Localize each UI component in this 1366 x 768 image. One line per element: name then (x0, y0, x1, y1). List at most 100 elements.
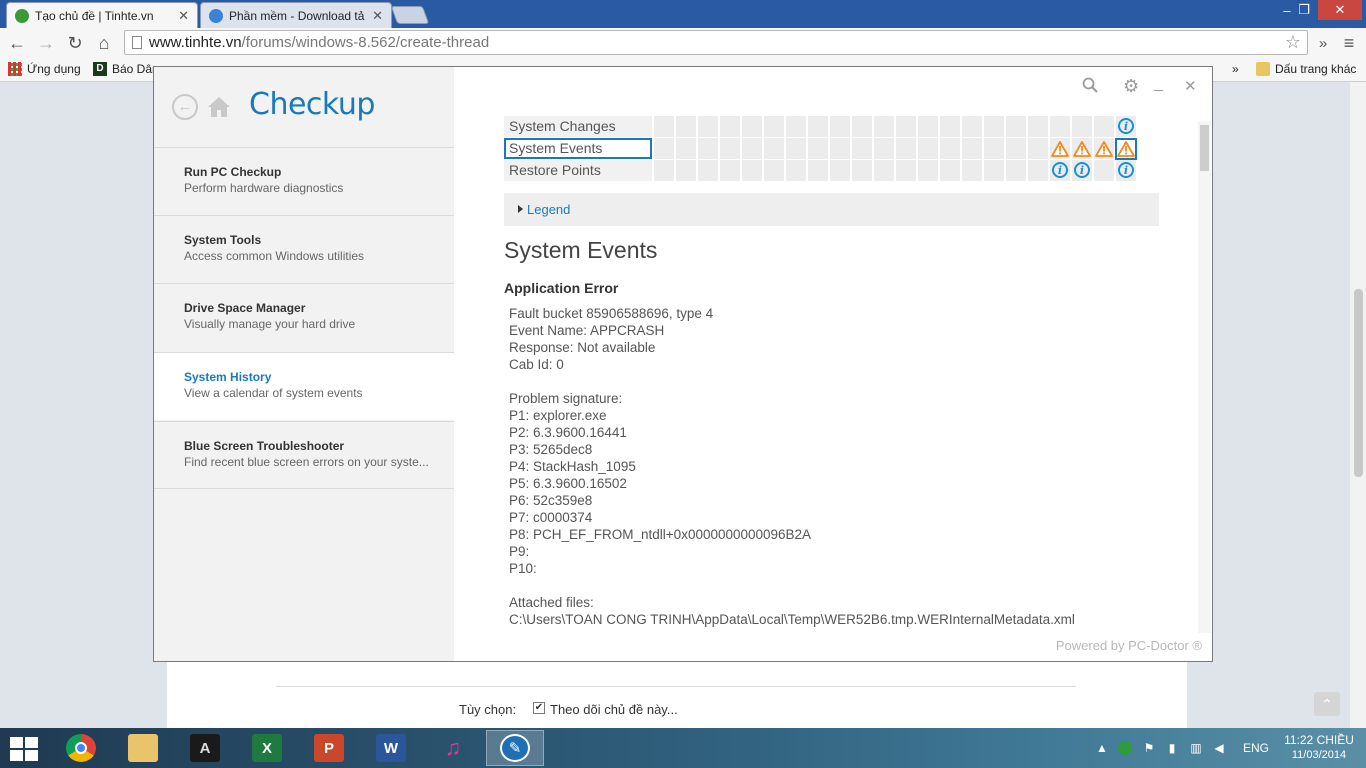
calendar-day-cell[interactable] (720, 160, 740, 181)
address-bar[interactable]: www.tinhte.vn/forums/windows-8.562/creat… (124, 30, 1308, 55)
calendar-day-cell[interactable] (742, 116, 762, 137)
calendar-day-cell[interactable] (698, 116, 718, 137)
calendar-day-cell[interactable] (654, 116, 674, 137)
calendar-day-cell[interactable] (720, 116, 740, 137)
bookmark-apps[interactable]: Ứng dụng (8, 62, 81, 76)
page-scroll-thumb[interactable] (1354, 289, 1363, 477)
close-window-icon[interactable]: ✕ (1318, 0, 1362, 20)
calendar-day-cell[interactable] (874, 160, 894, 181)
bookmarks-overflow-icon[interactable]: » (1232, 62, 1239, 76)
show-hidden-icons-icon[interactable]: ▲ (1095, 741, 1109, 755)
calendar-day-cell[interactable] (808, 160, 828, 181)
browser-tab-download[interactable]: Phần mềm - Download tả ✕ (200, 2, 392, 28)
legend-toggle[interactable]: Legend (504, 193, 1159, 226)
new-tab-button[interactable] (390, 6, 430, 24)
back-to-top-button[interactable]: ⌃ (1314, 692, 1340, 716)
clock-time[interactable]: 11:22 CHIỀU (1284, 733, 1354, 747)
chrome-menu-icon[interactable]: ≡ (1338, 32, 1360, 54)
calendar-day-cell[interactable] (1028, 116, 1048, 137)
close-tab-icon[interactable]: ✕ (178, 8, 189, 24)
calendar-day-cell[interactable] (830, 138, 850, 159)
minimize-icon[interactable]: _ (1154, 75, 1163, 93)
info-event-icon[interactable]: i (1118, 118, 1134, 134)
calendar-day-cell[interactable] (1094, 116, 1114, 137)
taskbar-file-explorer[interactable] (114, 730, 172, 766)
calendar-day-cell[interactable] (654, 160, 674, 181)
info-event-icon[interactable]: i (1074, 162, 1090, 178)
calendar-day-cell[interactable] (852, 160, 872, 181)
close-tab-icon[interactable]: ✕ (372, 8, 383, 24)
calendar-day-cell[interactable] (1028, 160, 1048, 181)
search-icon[interactable] (1082, 77, 1098, 93)
calendar-day-cell[interactable] (786, 116, 806, 137)
calendar-day-cell[interactable] (896, 116, 916, 137)
close-icon[interactable]: ✕ (1184, 77, 1197, 95)
follow-thread-checkbox[interactable]: ✔ (533, 702, 545, 714)
calendar-day-cell[interactable] (1094, 160, 1114, 181)
warning-event-icon[interactable] (1095, 140, 1113, 158)
calendar-day-cell[interactable] (720, 138, 740, 159)
calendar-day-cell[interactable] (742, 138, 762, 159)
bookmark-star-icon[interactable]: ☆ (1285, 32, 1301, 53)
bookmark-bao-dan[interactable]: D Báo Dân (93, 62, 159, 76)
calendar-day-cell[interactable] (764, 160, 784, 181)
taskbar-music[interactable]: ♫ (424, 730, 482, 766)
calendar-day-cell[interactable] (830, 116, 850, 137)
nav-run-pc-checkup[interactable]: Run PC Checkup Perform hardware diagnost… (154, 147, 454, 215)
nav-blue-screen-troubleshooter[interactable]: Blue Screen Troubleshooter Find recent b… (154, 421, 454, 489)
input-language[interactable]: ENG (1243, 741, 1269, 755)
calendar-day-cell[interactable] (984, 116, 1004, 137)
calendar-day-cell[interactable] (1028, 138, 1048, 159)
calendar-day-cell[interactable] (918, 116, 938, 137)
app-scroll-thumb[interactable] (1200, 125, 1209, 171)
calendar-day-cell[interactable] (654, 138, 674, 159)
calendar-day-cell[interactable] (918, 160, 938, 181)
calendar-day-cell[interactable] (1006, 160, 1026, 181)
browser-tab-tinhte[interactable]: Tạo chủ đề | Tinhte.vn ✕ (6, 2, 198, 28)
volume-icon[interactable]: ◀ (1212, 741, 1226, 755)
calendar-day-cell[interactable] (676, 160, 696, 181)
nav-drive-space-manager[interactable]: Drive Space Manager Visually manage your… (154, 283, 454, 351)
calendar-day-cell[interactable] (764, 138, 784, 159)
calendar-day-cell[interactable] (808, 116, 828, 137)
calendar-day-cell[interactable] (742, 160, 762, 181)
home-icon[interactable] (206, 94, 232, 120)
calendar-day-cell[interactable] (698, 138, 718, 159)
warning-event-icon[interactable] (1073, 140, 1091, 158)
forward-arrow-icon[interactable]: → (35, 32, 57, 54)
calendar-day-cell[interactable] (1006, 116, 1026, 137)
calendar-day-cell[interactable] (940, 116, 960, 137)
nav-system-tools[interactable]: System Tools Access common Windows utili… (154, 215, 454, 283)
flag-icon[interactable]: ⚑ (1142, 741, 1156, 755)
follow-thread-label[interactable]: Theo dõi chủ đề này... (550, 702, 678, 717)
calendar-day-cell[interactable] (1072, 116, 1092, 137)
calendar-day-cell[interactable] (676, 116, 696, 137)
calendar-day-cell[interactable] (874, 116, 894, 137)
nav-system-history[interactable]: System History View a calendar of system… (154, 352, 454, 420)
warning-event-icon[interactable] (1051, 140, 1069, 158)
calendar-day-cell[interactable] (896, 138, 916, 159)
calendar-day-cell[interactable] (940, 160, 960, 181)
calendar-day-cell[interactable] (808, 138, 828, 159)
info-event-icon[interactable]: i (1118, 162, 1134, 178)
windows-start-icon[interactable] (10, 737, 38, 761)
clock-date[interactable]: 11/03/2014 (1284, 749, 1354, 761)
calendar-day-cell[interactable] (962, 160, 982, 181)
calendar-day-cell[interactable] (676, 138, 696, 159)
page-scrollbar[interactable] (1350, 82, 1366, 728)
calendar-day-cell[interactable] (896, 160, 916, 181)
calendar-day-cell[interactable] (874, 138, 894, 159)
calendar-day-cell[interactable] (918, 138, 938, 159)
reload-icon[interactable]: ↻ (64, 32, 86, 54)
warning-event-icon[interactable] (1115, 138, 1137, 160)
power-icon[interactable]: ▮ (1165, 741, 1179, 755)
taskbar-chrome[interactable] (52, 730, 110, 766)
taskbar-powerpoint[interactable]: P (300, 730, 358, 766)
network-icon[interactable]: ▥ (1189, 741, 1203, 755)
extensions-overflow-icon[interactable]: » (1312, 32, 1334, 54)
calendar-day-cell[interactable] (764, 116, 784, 137)
taskbar-checkup[interactable]: ✎ (486, 730, 544, 766)
security-icon[interactable] (1118, 741, 1132, 755)
home-icon[interactable]: ⌂ (93, 32, 115, 54)
calendar-day-cell[interactable] (852, 116, 872, 137)
